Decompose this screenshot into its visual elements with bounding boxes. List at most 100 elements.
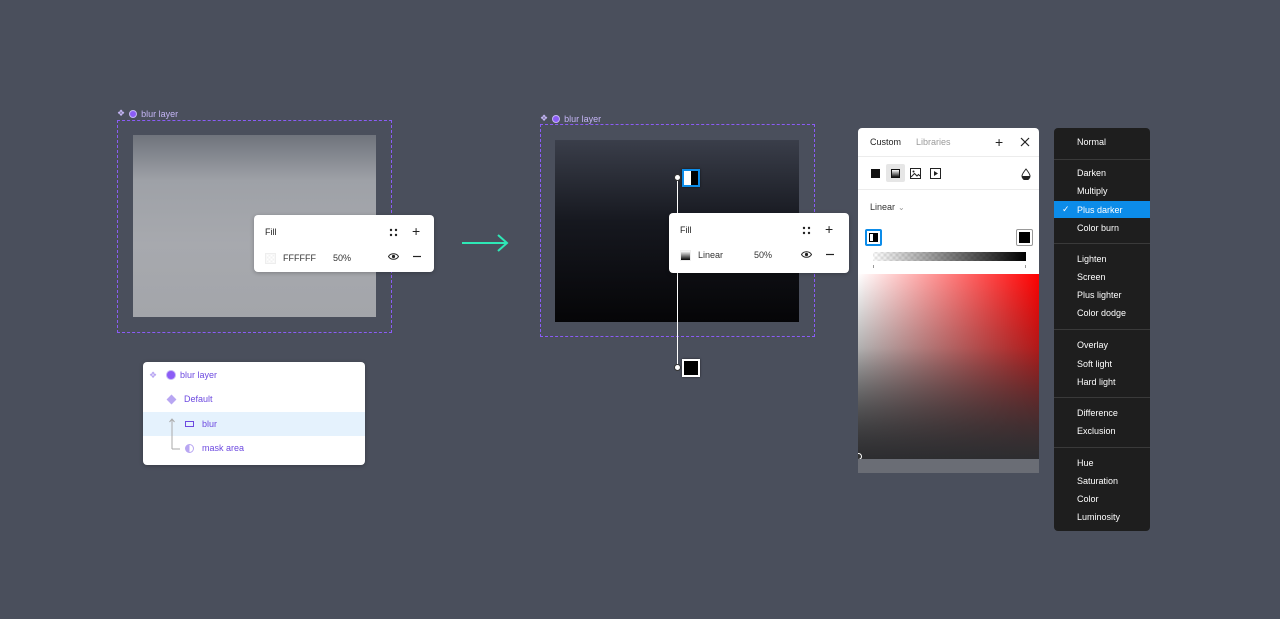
remove-icon[interactable]: [825, 250, 835, 262]
fill-row[interactable]: FFFFFF 50%: [265, 251, 423, 265]
blend-option-saturation[interactable]: Saturation: [1054, 472, 1150, 489]
menu-divider: [1054, 329, 1150, 330]
opacity-value[interactable]: 50%: [333, 253, 351, 263]
gradient-end-dot[interactable]: [674, 364, 681, 371]
blend-option-darken[interactable]: Darken: [1054, 164, 1150, 181]
gradient-preview-bar[interactable]: [873, 252, 1026, 261]
blend-option-plus-darker[interactable]: ✓ Plus darker: [1054, 201, 1150, 218]
eye-icon[interactable]: [800, 250, 813, 262]
fill-title: Fill: [680, 225, 692, 235]
fill-row[interactable]: Linear 50%: [680, 248, 838, 262]
blend-option-label: Multiply: [1077, 185, 1108, 196]
gradient-start-dot[interactable]: [674, 174, 681, 181]
blend-option-luminosity[interactable]: Luminosity: [1054, 508, 1150, 525]
component-icon: ❖: [149, 369, 158, 380]
blend-mode-icon[interactable]: [1019, 167, 1032, 180]
component-dot-icon: [166, 370, 176, 380]
arrow-right-icon: [462, 234, 509, 252]
video-icon[interactable]: [929, 167, 942, 180]
blend-option-label: Overlay: [1077, 339, 1109, 350]
blend-option-plus-lighter[interactable]: Plus lighter: [1054, 286, 1150, 303]
rectangle-icon: [185, 421, 194, 427]
divider: [858, 189, 1039, 190]
layer-row[interactable]: Default: [143, 387, 365, 411]
component-icon: ❖: [117, 108, 126, 118]
gradient-tick-right: [1025, 265, 1026, 268]
styles-grid-icon[interactable]: [388, 227, 399, 241]
blend-option-lighten[interactable]: Lighten: [1054, 250, 1150, 267]
blend-option-overlay[interactable]: Overlay: [1054, 336, 1150, 353]
layer-label: Default: [184, 394, 213, 404]
hue-slider[interactable]: [858, 459, 1039, 473]
opacity-value[interactable]: 50%: [754, 250, 772, 260]
hex-value[interactable]: FFFFFF: [283, 253, 333, 263]
right-frame-label[interactable]: ❖ blur layer: [540, 113, 601, 124]
component-dot-icon: [129, 109, 138, 118]
blend-option-label: Screen: [1077, 271, 1106, 282]
blend-option-label: Darken: [1077, 167, 1107, 178]
blend-option-label: Hue: [1077, 457, 1094, 468]
styles-grid-icon[interactable]: [801, 225, 812, 239]
gradient-type-label: Linear: [870, 202, 896, 212]
blend-option-label: Color dodge: [1077, 307, 1127, 318]
layer-row[interactable]: ❖ blur layer: [143, 363, 365, 387]
blend-mode-menu: Normal Darken Multiply ✓ Plus darker Col…: [1054, 128, 1150, 531]
fill-title: Fill: [265, 227, 277, 237]
blend-option-multiply[interactable]: Multiply: [1054, 182, 1150, 199]
blend-option-label: Plus darker: [1077, 204, 1123, 215]
gradient-icon[interactable]: [886, 164, 905, 182]
component-dot-icon: [552, 114, 561, 123]
blend-option-label: Color burn: [1077, 222, 1120, 233]
gradient-swatch[interactable]: [680, 249, 691, 261]
blend-option-color-dodge[interactable]: Color dodge: [1054, 304, 1150, 321]
gradient-stop-end[interactable]: [682, 359, 700, 377]
right-frame-label-text: blur layer: [564, 113, 602, 124]
check-icon: ✓: [1062, 204, 1070, 214]
gradient-stop-right[interactable]: [1016, 229, 1033, 246]
blend-option-color-burn[interactable]: Color burn: [1054, 219, 1150, 236]
blend-option-hue[interactable]: Hue: [1054, 454, 1150, 471]
color-swatch[interactable]: [265, 252, 276, 264]
eye-icon[interactable]: [387, 252, 400, 264]
fill-type-value[interactable]: Linear: [698, 250, 748, 260]
blend-option-normal[interactable]: Normal: [1054, 133, 1150, 150]
blend-option-label: Lighten: [1077, 253, 1107, 264]
blend-option-soft-light[interactable]: Soft light: [1054, 355, 1150, 372]
add-icon[interactable]: +: [825, 222, 833, 236]
blend-option-exclusion[interactable]: Exclusion: [1054, 422, 1150, 439]
remove-icon[interactable]: [412, 252, 422, 264]
layers-panel: ❖ blur layer Default blur mask area: [143, 362, 365, 465]
blend-option-label: Hard light: [1077, 376, 1116, 387]
close-icon[interactable]: [1020, 137, 1030, 147]
gradient-stop-left[interactable]: [865, 229, 882, 246]
layer-label: mask area: [202, 443, 245, 453]
menu-divider: [1054, 159, 1150, 160]
gradient-type-dropdown[interactable]: Linear ⌄: [870, 202, 905, 212]
add-icon[interactable]: +: [995, 134, 1003, 150]
blend-option-label: Plus lighter: [1077, 289, 1122, 300]
chevron-down-icon: ⌄: [898, 202, 905, 212]
sv-shade-overlay: [858, 274, 1039, 459]
blend-option-difference[interactable]: Difference: [1054, 404, 1150, 421]
solid-icon[interactable]: [869, 167, 882, 180]
menu-divider: [1054, 447, 1150, 448]
image-icon[interactable]: [909, 167, 922, 180]
blend-option-screen[interactable]: Screen: [1054, 268, 1150, 285]
blend-option-label: Soft light: [1077, 358, 1113, 369]
component-icon: ❖: [540, 113, 549, 123]
tab-custom[interactable]: Custom: [870, 137, 901, 147]
blend-option-label: Luminosity: [1077, 511, 1121, 522]
blend-option-color[interactable]: Color: [1054, 490, 1150, 507]
blend-option-label: Color: [1077, 493, 1099, 504]
blend-option-hard-light[interactable]: Hard light: [1054, 373, 1150, 390]
menu-divider: [1054, 397, 1150, 398]
gradient-stop-start[interactable]: [682, 169, 700, 187]
add-icon[interactable]: +: [412, 224, 420, 238]
left-fill-panel: Fill + FFFFFF 50%: [254, 215, 434, 272]
blend-option-label: Difference: [1077, 407, 1118, 418]
tab-libraries[interactable]: Libraries: [916, 137, 951, 147]
layer-label: blur layer: [180, 370, 218, 380]
mask-icon: [185, 443, 194, 453]
diamond-icon: [166, 394, 177, 404]
left-frame-label[interactable]: ❖ blur layer: [117, 108, 178, 119]
